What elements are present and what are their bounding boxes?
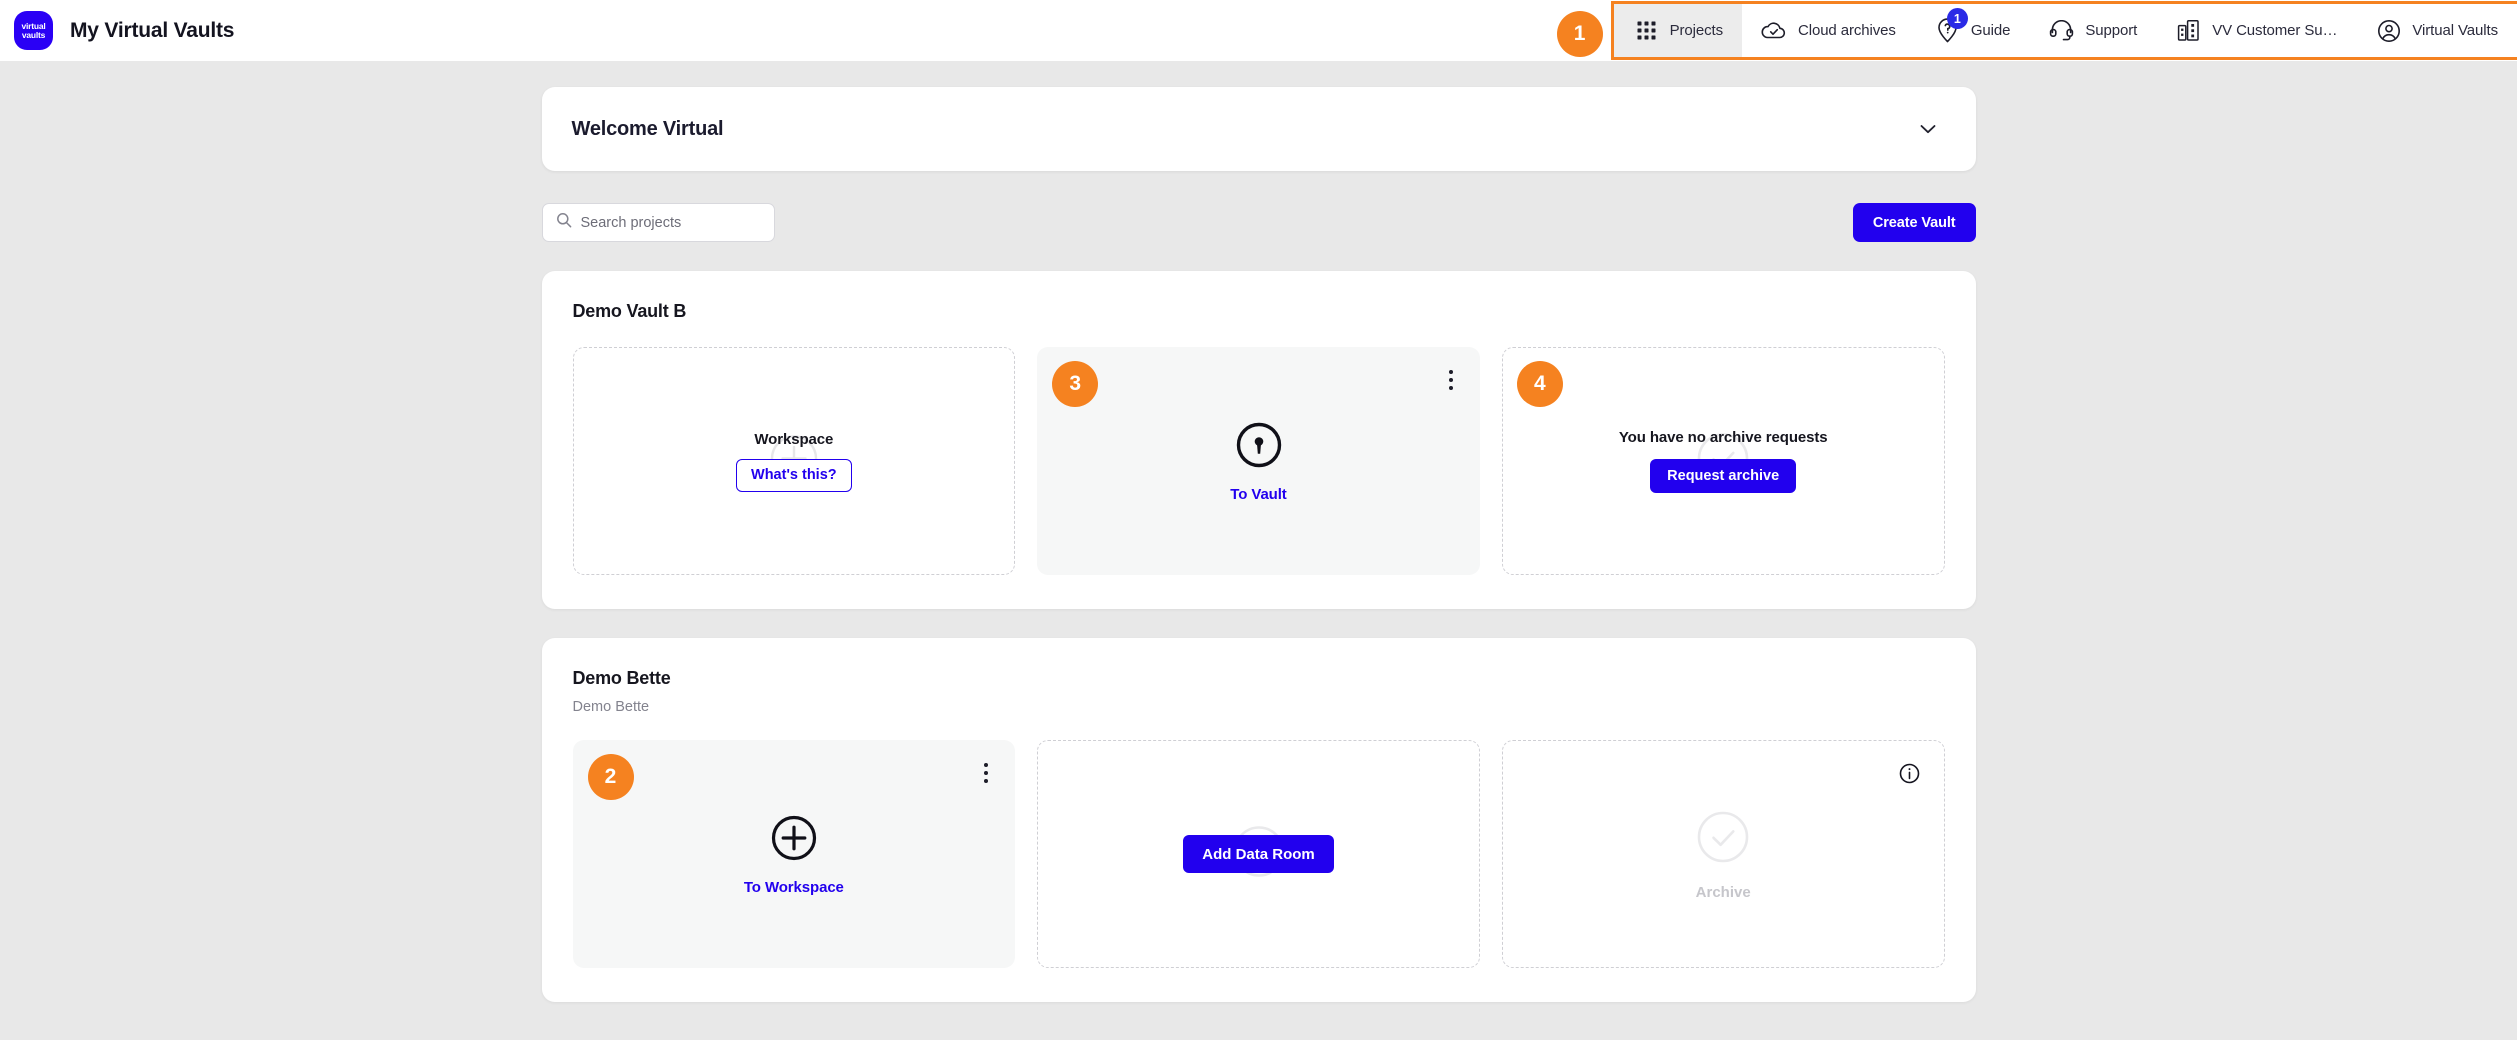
nav-highlight-box: 1	[1611, 1, 2517, 60]
to-workspace-link[interactable]: To Workspace	[744, 879, 844, 896]
vault-section-title: Demo Vault B	[573, 301, 1945, 322]
card-content: Add Data Room	[1183, 835, 1334, 873]
vault-card-row: 2 To Workspace	[573, 740, 1945, 968]
vault-card-row: Workspace What's this? 3	[573, 347, 1945, 575]
nav-label-guide: Guide	[1971, 22, 2011, 39]
card-to-workspace[interactable]: 2 To Workspace	[573, 740, 1016, 968]
card-workspace-placeholder[interactable]: Workspace What's this?	[573, 347, 1016, 575]
info-icon[interactable]	[1899, 763, 1920, 789]
chevron-down-icon[interactable]	[1917, 118, 1939, 140]
virtual-vaults-logo-icon: virtual vaults	[14, 11, 53, 50]
top-navigation-bar: virtual vaults My Virtual Vaults 1	[0, 0, 2517, 61]
main-nav: Projects Cloud archives	[1614, 4, 2517, 57]
search-box[interactable]	[542, 203, 775, 242]
step-marker-3: 3	[1052, 361, 1098, 407]
card-content: Archive	[1694, 808, 1752, 901]
welcome-panel[interactable]: Welcome Virtual	[542, 87, 1976, 171]
brand[interactable]: virtual vaults My Virtual Vaults	[14, 11, 234, 50]
whats-this-button[interactable]: What's this?	[736, 459, 852, 492]
no-archive-requests-text: You have no archive requests	[1619, 429, 1828, 446]
search-input[interactable]	[581, 215, 761, 231]
vault-keyhole-icon	[1234, 420, 1284, 475]
step-marker-4: 4	[1517, 361, 1563, 407]
nav-item-vv-customer-success[interactable]: VV Customer Su…	[2156, 4, 2356, 57]
step-marker-2: 2	[588, 754, 634, 800]
create-vault-button[interactable]: Create Vault	[1853, 203, 1976, 242]
nav-label-cloud-archives: Cloud archives	[1798, 22, 1896, 39]
guide-notification-badge: 1	[1947, 8, 1968, 29]
nav-label-support: Support	[2085, 22, 2137, 39]
headset-icon	[2048, 17, 2075, 44]
user-circle-icon	[2375, 17, 2402, 44]
vault-section-demo-vault-b: Demo Vault B Workspace What's this?	[542, 271, 1976, 609]
vault-section-title: Demo Bette	[573, 668, 1945, 689]
card-options-menu-icon[interactable]	[1449, 370, 1453, 390]
request-archive-button[interactable]: Request archive	[1650, 459, 1796, 493]
nav-label-vv-customer-success: VV Customer Su…	[2212, 22, 2337, 39]
logo-line-2: vaults	[22, 31, 45, 40]
card-archive-requests[interactable]: 4 You have no archive requests Request a…	[1502, 347, 1945, 575]
to-vault-link[interactable]: To Vault	[1230, 486, 1286, 503]
card-to-vault[interactable]: 3 To Vault	[1037, 347, 1480, 575]
card-content: Workspace What's this?	[736, 431, 852, 492]
nav-item-cloud-archives[interactable]: Cloud archives	[1742, 4, 1915, 57]
nav-item-virtual-vaults-account[interactable]: Virtual Vaults	[2356, 4, 2517, 57]
plus-circle-icon	[769, 813, 819, 868]
building-icon	[2175, 17, 2202, 44]
cloud-check-icon	[1761, 17, 1788, 44]
card-content: To Workspace	[744, 813, 844, 896]
add-data-room-button[interactable]: Add Data Room	[1183, 835, 1334, 873]
step-badge-number: 4	[1517, 361, 1563, 407]
vault-section-demo-bette: Demo Bette Demo Bette 2	[542, 638, 1976, 1002]
content-container: Welcome Virtual Create Vault	[542, 61, 1976, 1002]
nav-item-guide[interactable]: 1 Guide	[1915, 4, 2030, 57]
nav-item-support[interactable]: Support	[2029, 4, 2156, 57]
card-archive-disabled: Archive	[1502, 740, 1945, 968]
vault-section-subtitle: Demo Bette	[573, 699, 1945, 715]
search-icon	[556, 212, 572, 233]
step-badge-number: 2	[588, 754, 634, 800]
page-body: Welcome Virtual Create Vault	[0, 61, 2517, 1002]
step-marker-1: 1	[1557, 11, 1603, 57]
page-title: My Virtual Vaults	[70, 19, 234, 43]
welcome-title: Welcome Virtual	[572, 118, 724, 141]
card-add-data-room[interactable]: Add Data Room	[1037, 740, 1480, 968]
step-badge-number: 1	[1557, 11, 1603, 57]
card-content: To Vault	[1230, 420, 1286, 503]
card-label-workspace: Workspace	[754, 431, 833, 448]
nav-item-projects[interactable]: Projects	[1614, 4, 1742, 57]
check-circle-icon	[1694, 808, 1752, 871]
archive-disabled-label: Archive	[1696, 884, 1751, 901]
grid-icon	[1633, 17, 1660, 44]
step-badge-number: 3	[1052, 361, 1098, 407]
projects-toolbar: Create Vault	[542, 203, 1976, 242]
nav-label-virtual-vaults-account: Virtual Vaults	[2412, 22, 2498, 39]
pin-question-icon: 1	[1934, 17, 1961, 44]
nav-label-projects: Projects	[1670, 22, 1723, 39]
card-content: You have no archive requests Request arc…	[1619, 429, 1828, 493]
card-options-menu-icon[interactable]	[984, 763, 988, 783]
